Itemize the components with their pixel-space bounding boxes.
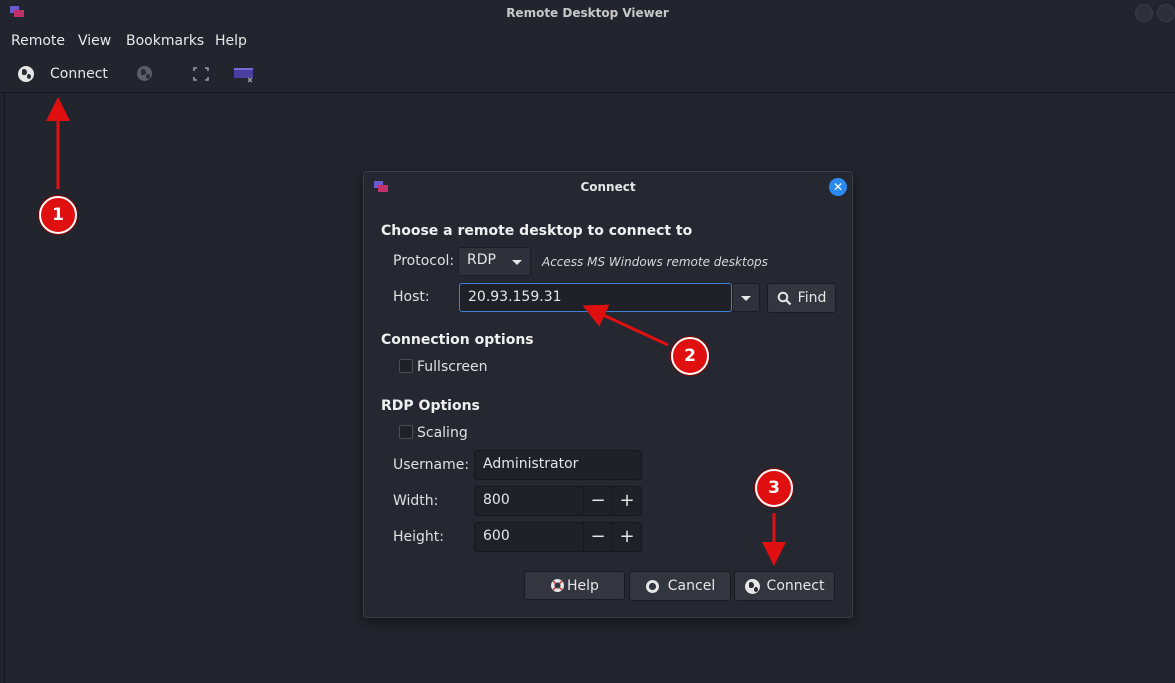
annotation-arrows xyxy=(46,97,786,566)
step-marker-1: 1 xyxy=(39,196,77,234)
arrow-step-2 xyxy=(582,304,669,347)
step-marker-2: 2 xyxy=(671,337,709,375)
step-marker-3: 3 xyxy=(755,469,793,507)
